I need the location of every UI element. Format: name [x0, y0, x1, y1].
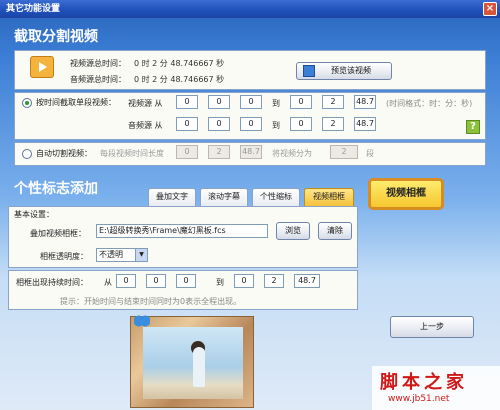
personal-section-title: 个性标志添加	[14, 181, 98, 197]
audio-to-second[interactable]: 48.7	[354, 117, 376, 131]
tab-personal-logo[interactable]: 个性缩标	[252, 188, 300, 206]
split-count-input[interactable]: 2	[330, 145, 358, 159]
duration-from-minute[interactable]: 0	[146, 274, 166, 288]
opacity-select[interactable]: 不透明 ▼	[96, 248, 148, 262]
video-frame-callout: 视频相框	[368, 178, 444, 210]
duration-to-label: 到	[216, 278, 224, 287]
split-unit-label: 段	[366, 149, 374, 158]
chevron-down-icon: ▼	[135, 249, 147, 261]
duration-from-label: 从	[104, 278, 112, 287]
segment-hour[interactable]: 0	[176, 145, 198, 159]
duration-to-second[interactable]: 48.7	[294, 274, 320, 288]
duration-to-minute[interactable]: 2	[264, 274, 284, 288]
source-video-time-label: 视频源总时间：	[70, 59, 126, 68]
source-video-time-value: 0 时 2 分 48.746667 秒	[134, 59, 225, 68]
source-audio-time-value: 0 时 2 分 48.746667 秒	[134, 75, 225, 84]
tab-scroll-subtitle[interactable]: 滚动字幕	[200, 188, 248, 206]
tab-video-frame[interactable]: 视频相框	[304, 188, 354, 206]
video-to-minute[interactable]: 2	[322, 95, 344, 109]
clear-button[interactable]: 清除	[318, 222, 352, 240]
duration-to-hour[interactable]: 0	[234, 274, 254, 288]
basic-settings-label: 基本设置：	[14, 210, 54, 219]
mode-time-label: 按时间截取单段视频：	[36, 98, 116, 107]
preview-video-button[interactable]: 预览该视频	[296, 62, 392, 80]
split-into-label: 将视频分为	[272, 149, 312, 158]
source-audio-time-label: 音频源总时间：	[70, 75, 126, 84]
opacity-label: 相框透明度：	[40, 252, 88, 261]
video-from-minute[interactable]: 0	[208, 95, 230, 109]
window-title: 其它功能设置	[6, 4, 61, 14]
prev-step-button[interactable]: 上一步	[390, 316, 474, 338]
segment-length-label: 每段视频时间长度	[100, 149, 164, 158]
watermark-brand: 脚本之家	[380, 372, 468, 393]
mode-auto-radio[interactable]	[22, 149, 32, 159]
overlay-frame-path-input[interactable]: E:\超级转换秀\Frame\魔幻黑板.fcs	[96, 224, 268, 238]
audio-from-hour[interactable]: 0	[176, 117, 198, 131]
video-from-hour[interactable]: 0	[176, 95, 198, 109]
window-titlebar: 其它功能设置 ×	[0, 0, 500, 18]
help-icon[interactable]: ?	[466, 120, 480, 134]
segment-second[interactable]: 48.7	[240, 145, 262, 159]
audio-from-second[interactable]: 0	[240, 117, 262, 131]
video-source-label: 视频源 从	[128, 99, 163, 108]
duration-from-second[interactable]: 0	[176, 274, 196, 288]
audio-to-minute[interactable]: 2	[322, 117, 344, 131]
audio-from-minute[interactable]: 0	[208, 117, 230, 131]
segment-minute[interactable]: 2	[208, 145, 230, 159]
mode-time-radio[interactable]	[22, 98, 32, 108]
opacity-select-value: 不透明	[99, 250, 123, 259]
video-from-second[interactable]: 0	[240, 95, 262, 109]
video-to-hour[interactable]: 0	[290, 95, 312, 109]
watermark-url: www.jb51.net	[388, 394, 450, 404]
video-to-label: 到	[272, 99, 280, 108]
audio-source-label: 音频源 从	[128, 121, 163, 130]
time-format-hint: (时间格式：时：分：秒)	[386, 99, 473, 108]
overlay-frame-label: 叠加视频相框：	[30, 229, 86, 238]
video-to-second[interactable]: 48.7	[354, 95, 376, 109]
film-icon	[30, 56, 54, 78]
browse-button[interactable]: 浏览	[276, 222, 310, 240]
mode-auto-label: 自动切割视频：	[36, 149, 92, 158]
audio-to-label: 到	[272, 121, 280, 130]
butterfly-icon	[134, 314, 150, 328]
duration-from-hour[interactable]: 0	[116, 274, 136, 288]
audio-to-hour[interactable]: 0	[290, 117, 312, 131]
close-icon[interactable]: ×	[483, 2, 497, 16]
duration-hint: 提示：开始时间与结束时间同时为0表示全程出现。	[60, 297, 242, 306]
cut-section-title: 截取分割视频	[14, 29, 98, 45]
preview-icon	[303, 65, 315, 77]
preview-photo	[143, 327, 243, 399]
tab-overlay-text[interactable]: 叠加文字	[148, 188, 196, 206]
frame-preview-image	[130, 316, 254, 408]
duration-label: 相框出现持续时间：	[16, 278, 88, 287]
preview-button-label: 预览该视频	[331, 66, 371, 75]
